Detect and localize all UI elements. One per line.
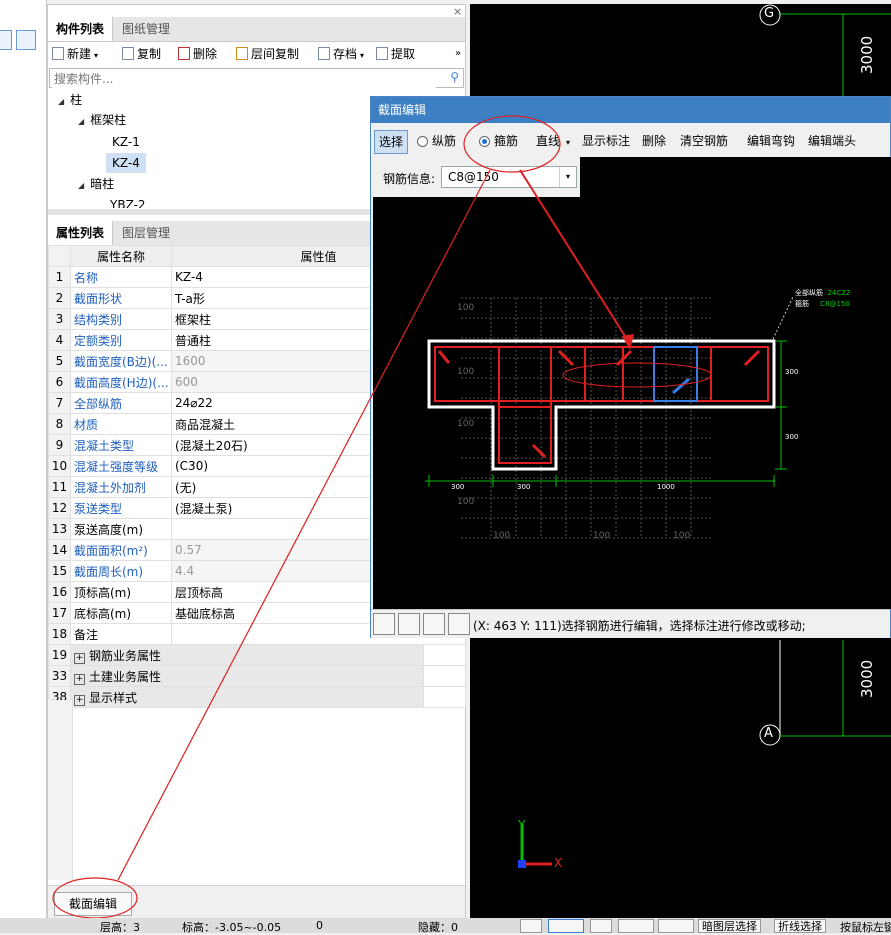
hidden-layer-select-button[interactable]: 暗图层选择 (698, 919, 761, 933)
polyline-select-button[interactable]: 折线选择 (774, 919, 826, 933)
zero-value: 0 (316, 919, 323, 932)
status-tool-4-icon[interactable] (618, 919, 654, 933)
status-tool-3-icon[interactable] (590, 919, 612, 933)
annotation-overlay (52, 115, 634, 919)
status-tool-2-icon[interactable] (548, 919, 584, 933)
status-tool-5-icon[interactable] (658, 919, 694, 933)
status-bar: 层高：3 标高：-3.05~-0.05 0 隐藏：0 暗图层选择 折线选择 按鼠… (0, 918, 891, 934)
status-tool-1-icon[interactable] (520, 919, 542, 933)
